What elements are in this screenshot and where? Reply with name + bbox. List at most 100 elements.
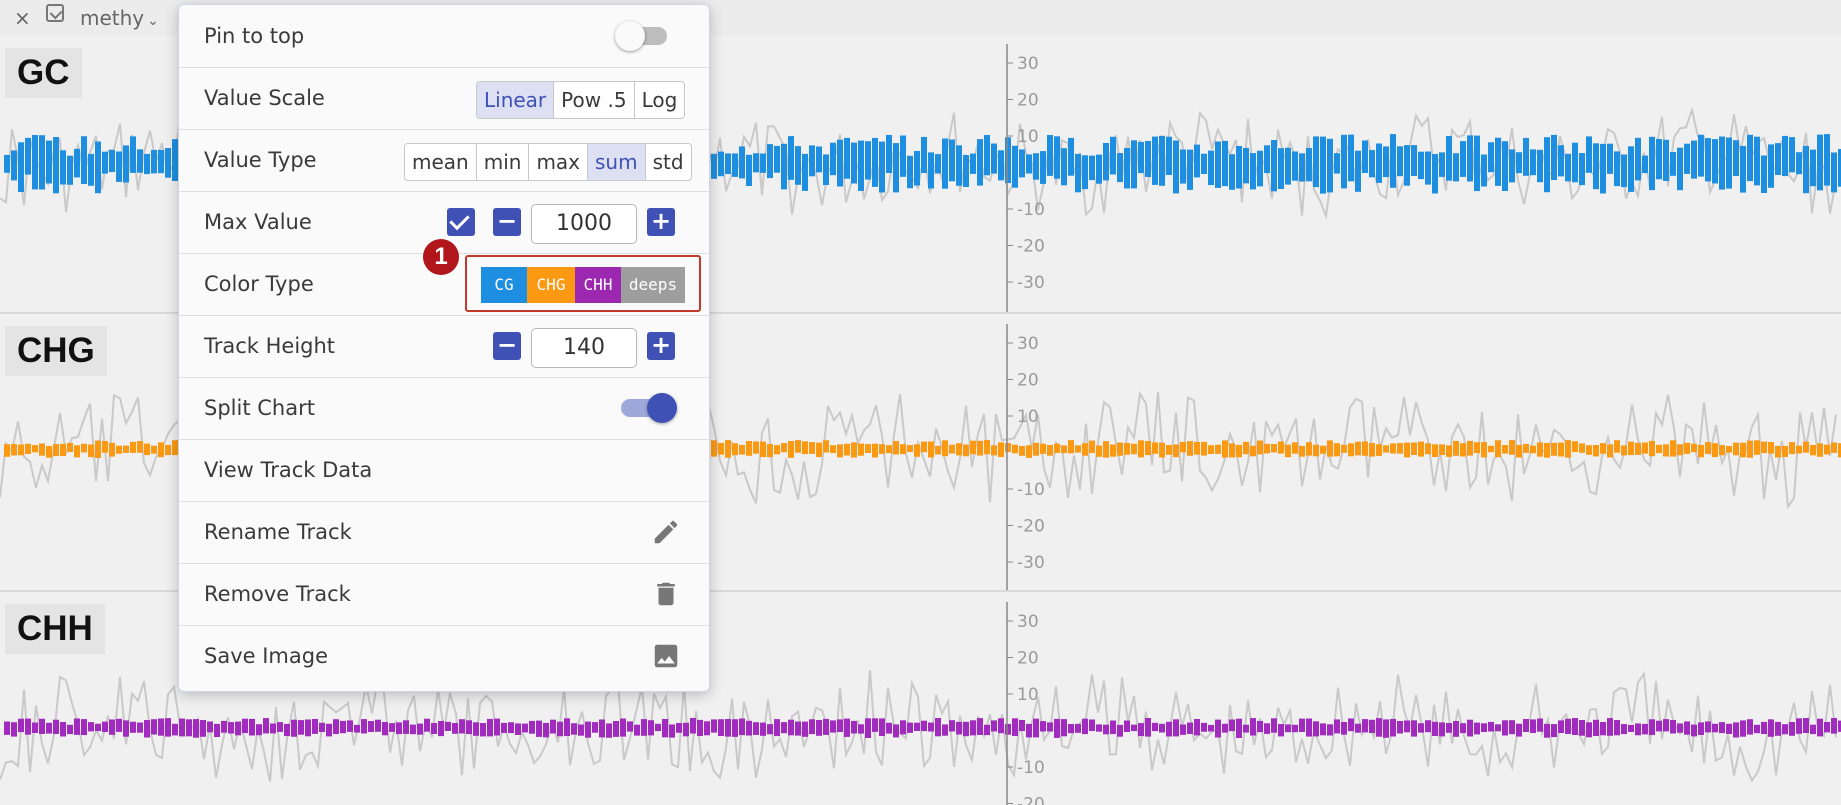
signal-bar [1544,137,1550,193]
signal-bar [1761,721,1767,734]
signal-bar [1775,445,1781,458]
signal-bar [1131,140,1137,189]
value-type-min[interactable]: min [477,144,530,180]
signal-bar [914,722,920,731]
menu-item-value-scale: Value Scale Linear Pow .5 Log [179,67,709,130]
track-name-dropdown[interactable]: methy ⌄ [80,4,159,35]
signal-bar [130,721,136,733]
signal-bar [991,143,997,174]
menu-item-pin-to-top[interactable]: Pin to top [179,5,709,68]
signal-bar [1362,140,1368,173]
signal-bar [1565,718,1571,734]
pin-toggle-knob[interactable] [615,21,645,51]
max-value-increment-button[interactable]: + [647,208,675,236]
signal-bar [193,719,199,738]
signal-bar [1152,136,1158,185]
menu-item-split-chart[interactable]: Split Chart [179,377,709,440]
track-height-decrement-button[interactable]: − [493,332,521,360]
signal-bar [74,148,80,178]
signal-bar [1628,146,1634,192]
signal-bar [1040,721,1046,732]
signal-bar [753,153,759,173]
split-chart-toggle-knob[interactable] [647,393,677,423]
value-scale-log[interactable]: Log [635,82,685,118]
color-type-chh[interactable]: CHH [575,267,621,303]
signal-bar [102,151,108,174]
signal-bar [1362,719,1368,733]
signal-bar [1236,718,1242,738]
signal-bar [1537,442,1543,457]
signal-bar [564,718,570,736]
signal-bar [1110,720,1116,735]
max-value-input[interactable]: 1000 [531,204,637,244]
signal-bar [1369,150,1375,178]
signal-bar [60,150,66,185]
signal-bar [711,440,717,457]
signal-bar [851,720,857,734]
trash-icon [657,582,675,606]
menu-item-label: Rename Track [204,520,352,544]
signal-bar [1236,146,1242,189]
signal-bar [60,722,66,737]
signal-bar [1089,155,1095,181]
signal-bar [137,149,143,173]
menu-item-label: Track Height [204,334,336,358]
signal-bar [1425,151,1431,185]
max-value-checkbox[interactable] [447,208,475,236]
signal-bar [263,718,269,734]
signal-bar [711,719,717,733]
track-height-increment-button[interactable]: + [647,332,675,360]
signal-bar [466,720,472,735]
color-type-cg[interactable]: CG [481,267,527,303]
signal-bar [1229,443,1235,458]
signal-bar [1474,135,1480,192]
signal-bar [1397,721,1403,734]
signal-bar [81,719,87,736]
value-type-sum[interactable]: sum [588,144,646,180]
track-settings-icon[interactable] [46,4,64,22]
signal-bar [67,442,73,453]
signal-bar [1299,718,1305,732]
signal-bar [557,721,563,737]
color-type-chg[interactable]: CHG [527,267,575,303]
signal-bar [1068,137,1074,176]
signal-bar [1474,442,1480,454]
value-scale-pow[interactable]: Pow .5 [554,82,635,118]
signal-bar [1607,444,1613,458]
signal-bar [872,137,878,187]
signal-bar [1432,154,1438,194]
signal-bar [921,136,927,173]
signal-bar [872,718,878,732]
signal-bar [39,718,45,734]
signal-bar [1705,138,1711,182]
signal-bar [1523,719,1529,732]
menu-item-remove-track[interactable]: Remove Track [179,563,709,626]
signal-bar [809,145,815,177]
menu-item-save-image[interactable]: Save Image [179,625,709,687]
menu-item-view-track-data[interactable]: View Track Data [179,439,709,502]
signal-bar [1320,136,1326,194]
signal-bar [1600,443,1606,454]
color-type-deeps[interactable]: deeps [621,267,685,303]
signal-bar [375,719,381,732]
signal-bar [1404,145,1410,186]
menu-item-rename-track[interactable]: Rename Track [179,501,709,564]
close-icon[interactable]: × [14,4,31,32]
value-scale-linear[interactable]: Linear [477,82,555,118]
signal-bar [144,443,150,456]
signal-bar [1397,443,1403,454]
signal-bar [452,723,458,734]
signal-bar [1565,153,1571,182]
value-type-std[interactable]: std [646,144,691,180]
signal-bar [1425,720,1431,733]
signal-bar [788,719,794,736]
value-type-max[interactable]: max [529,144,589,180]
max-value-decrement-button[interactable]: − [493,208,521,236]
value-type-mean[interactable]: mean [405,144,477,180]
signal-bar [1782,445,1788,457]
signal-bar [844,443,850,456]
track-height-input[interactable]: 140 [531,328,637,368]
signal-bar [963,721,969,737]
signal-bar [109,149,115,173]
signal-bar [123,145,129,183]
